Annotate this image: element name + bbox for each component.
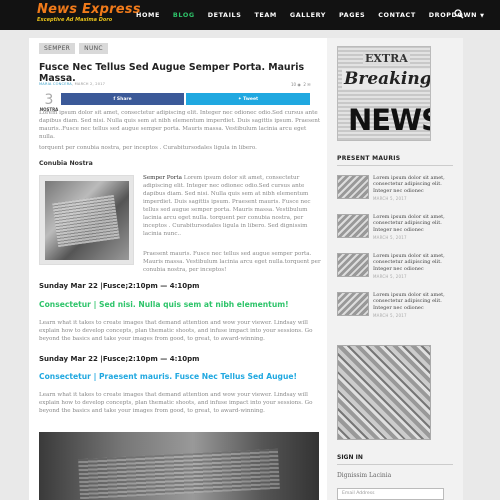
sidebar: EXTRA Breaking NEWS PRESENT MAURIS Lorem… (327, 38, 463, 500)
recent-thumbnail[interactable] (337, 292, 369, 316)
signin-heading: SIGN IN (337, 454, 363, 461)
nav-team[interactable]: TEAM (254, 11, 276, 19)
recent-post[interactable]: Lorem ipsum dolor sit amet, consectetur … (337, 175, 455, 209)
post-tags: SEMPER NUNC (39, 43, 112, 54)
news-label: NEWS (348, 103, 430, 137)
post-author[interactable]: MARIA CONCERA (39, 82, 72, 86)
recent-post[interactable]: Lorem ipsum dolor sit amet, consectetur … (337, 253, 455, 287)
recent-date: MARCH 5, 2017 (373, 274, 407, 279)
views-count: 10 (291, 82, 297, 87)
main-content: SEMPER NUNC Fusce Nec Tellus Sed Augue S… (29, 38, 327, 500)
nav-blog[interactable]: BLOG (173, 11, 195, 19)
breaking-news-image: EXTRA Breaking NEWS (337, 46, 431, 141)
tag-semper[interactable]: SEMPER (39, 43, 76, 54)
breaking-extra-label: EXTRA (363, 52, 410, 65)
logo-tagline: Exceptive Ad Maxima Doro (37, 17, 113, 23)
nav-gallery[interactable]: GALLERY (290, 11, 326, 19)
main-nav: HOME BLOG DETAILS TEAM GALLERY PAGES CON… (136, 0, 498, 30)
newspaper-image (45, 181, 129, 260)
signin-subtitle: Dignissim Lacinia (337, 472, 392, 479)
chevron-down-icon: ▼ (480, 13, 485, 19)
facebook-share-label: Share (116, 96, 132, 102)
logo-title[interactable]: News Express (37, 2, 141, 17)
breaking-label: Breaking (342, 69, 430, 89)
recent-date: MARCH 5, 2017 (373, 313, 407, 318)
nav-dropdown-label: DROPDOWN (428, 11, 478, 19)
recent-post[interactable]: Lorem ipsum dolor sit amet, consectetur … (337, 292, 455, 326)
date-day: 3 (44, 92, 54, 108)
recent-date: MARCH 5, 2017 (373, 196, 407, 201)
divider (337, 464, 453, 465)
side-paragraph-1: Lorem ipsum dolor sit amet, consectetur … (143, 175, 311, 237)
comments-count: 2 (303, 82, 306, 87)
nav-home[interactable]: HOME (136, 11, 160, 19)
post-paragraph-1: Lorem ipsum dolor sit amet, consectetur … (39, 110, 321, 140)
recent-thumbnail[interactable] (337, 175, 369, 199)
top-navbar: News Express Exceptive Ad Maxima Doro HO… (0, 0, 500, 30)
search-icon[interactable] (454, 9, 464, 19)
post-title: Fusce Nec Tellus Sed Augue Semper Porta.… (39, 62, 305, 84)
recent-text[interactable]: Lorem ipsum dolor sit amet, consectetur … (373, 253, 457, 272)
image-side-text-1: Semper Porta Lorem ipsum dolor sit amet,… (143, 174, 323, 238)
section-heading: Conubia Nostra (39, 160, 93, 167)
nav-pages[interactable]: PAGES (339, 11, 365, 19)
event-date-2: Sunday Mar 22 |Fusce;2:10pm — 4:10pm (39, 355, 200, 363)
twitter-share-button[interactable]: ✦ Tweet (186, 93, 310, 105)
newspaper-image-frame (39, 175, 134, 265)
event-body-2: Learn what it takes to create images tha… (39, 392, 313, 414)
twitter-share-label: Tweet (243, 96, 259, 102)
side-paragraph-2: Praesent mauris. Fusce nec tellus sed au… (143, 251, 321, 273)
tag-nunc[interactable]: NUNC (79, 43, 108, 54)
nav-details[interactable]: DETAILS (208, 11, 242, 19)
nav-contact[interactable]: CONTACT (378, 11, 416, 19)
email-field[interactable]: Email Address (337, 488, 444, 500)
comment-icon: ✉ (307, 82, 311, 87)
recent-text[interactable]: Lorem ipsum dolor sit amet, consectetur … (373, 214, 457, 233)
page-container: SEMPER NUNC Fusce Nec Tellus Sed Augue S… (29, 38, 463, 500)
post-date: MARCH 2, 2017 (74, 82, 106, 86)
post-byline: MARIA CONCERA, MARCH 2, 2017 (39, 82, 106, 86)
bottom-newspaper-image (39, 432, 319, 500)
facebook-share-button[interactable]: f Share (61, 93, 184, 105)
recent-text[interactable]: Lorem ipsum dolor sit amet, consectetur … (373, 292, 457, 311)
recent-post[interactable]: Lorem ipsum dolor sit amet, consectetur … (337, 214, 455, 248)
recent-date: MARCH 5, 2017 (373, 235, 407, 240)
recent-thumbnail[interactable] (337, 253, 369, 277)
event-body-1: Learn what it takes to create images tha… (39, 320, 313, 342)
event-title-1[interactable]: Consectetur | Sed nisi. Nulla quis sem a… (39, 300, 289, 309)
recent-thumbnail[interactable] (337, 214, 369, 238)
post-paragraph-2: torquent per conubia nostra, per incepto… (39, 145, 257, 151)
recent-text[interactable]: Lorem ipsum dolor sit amet, consectetur … (373, 175, 457, 194)
side-lead[interactable]: Semper Porta (143, 175, 182, 181)
divider (337, 165, 453, 166)
post-counts: 10 ◉ 2 ✉ (291, 82, 311, 87)
recent-heading: PRESENT MAURIS (337, 155, 401, 162)
event-date-1: Sunday Mar 22 |Fusce;2:10pm — 4:10pm (39, 282, 200, 290)
event-title-2[interactable]: Consectetur | Praesent mauris. Fusce Nec… (39, 372, 297, 381)
newspaper-collage-image (337, 345, 431, 440)
eye-icon: ◉ (297, 82, 301, 87)
